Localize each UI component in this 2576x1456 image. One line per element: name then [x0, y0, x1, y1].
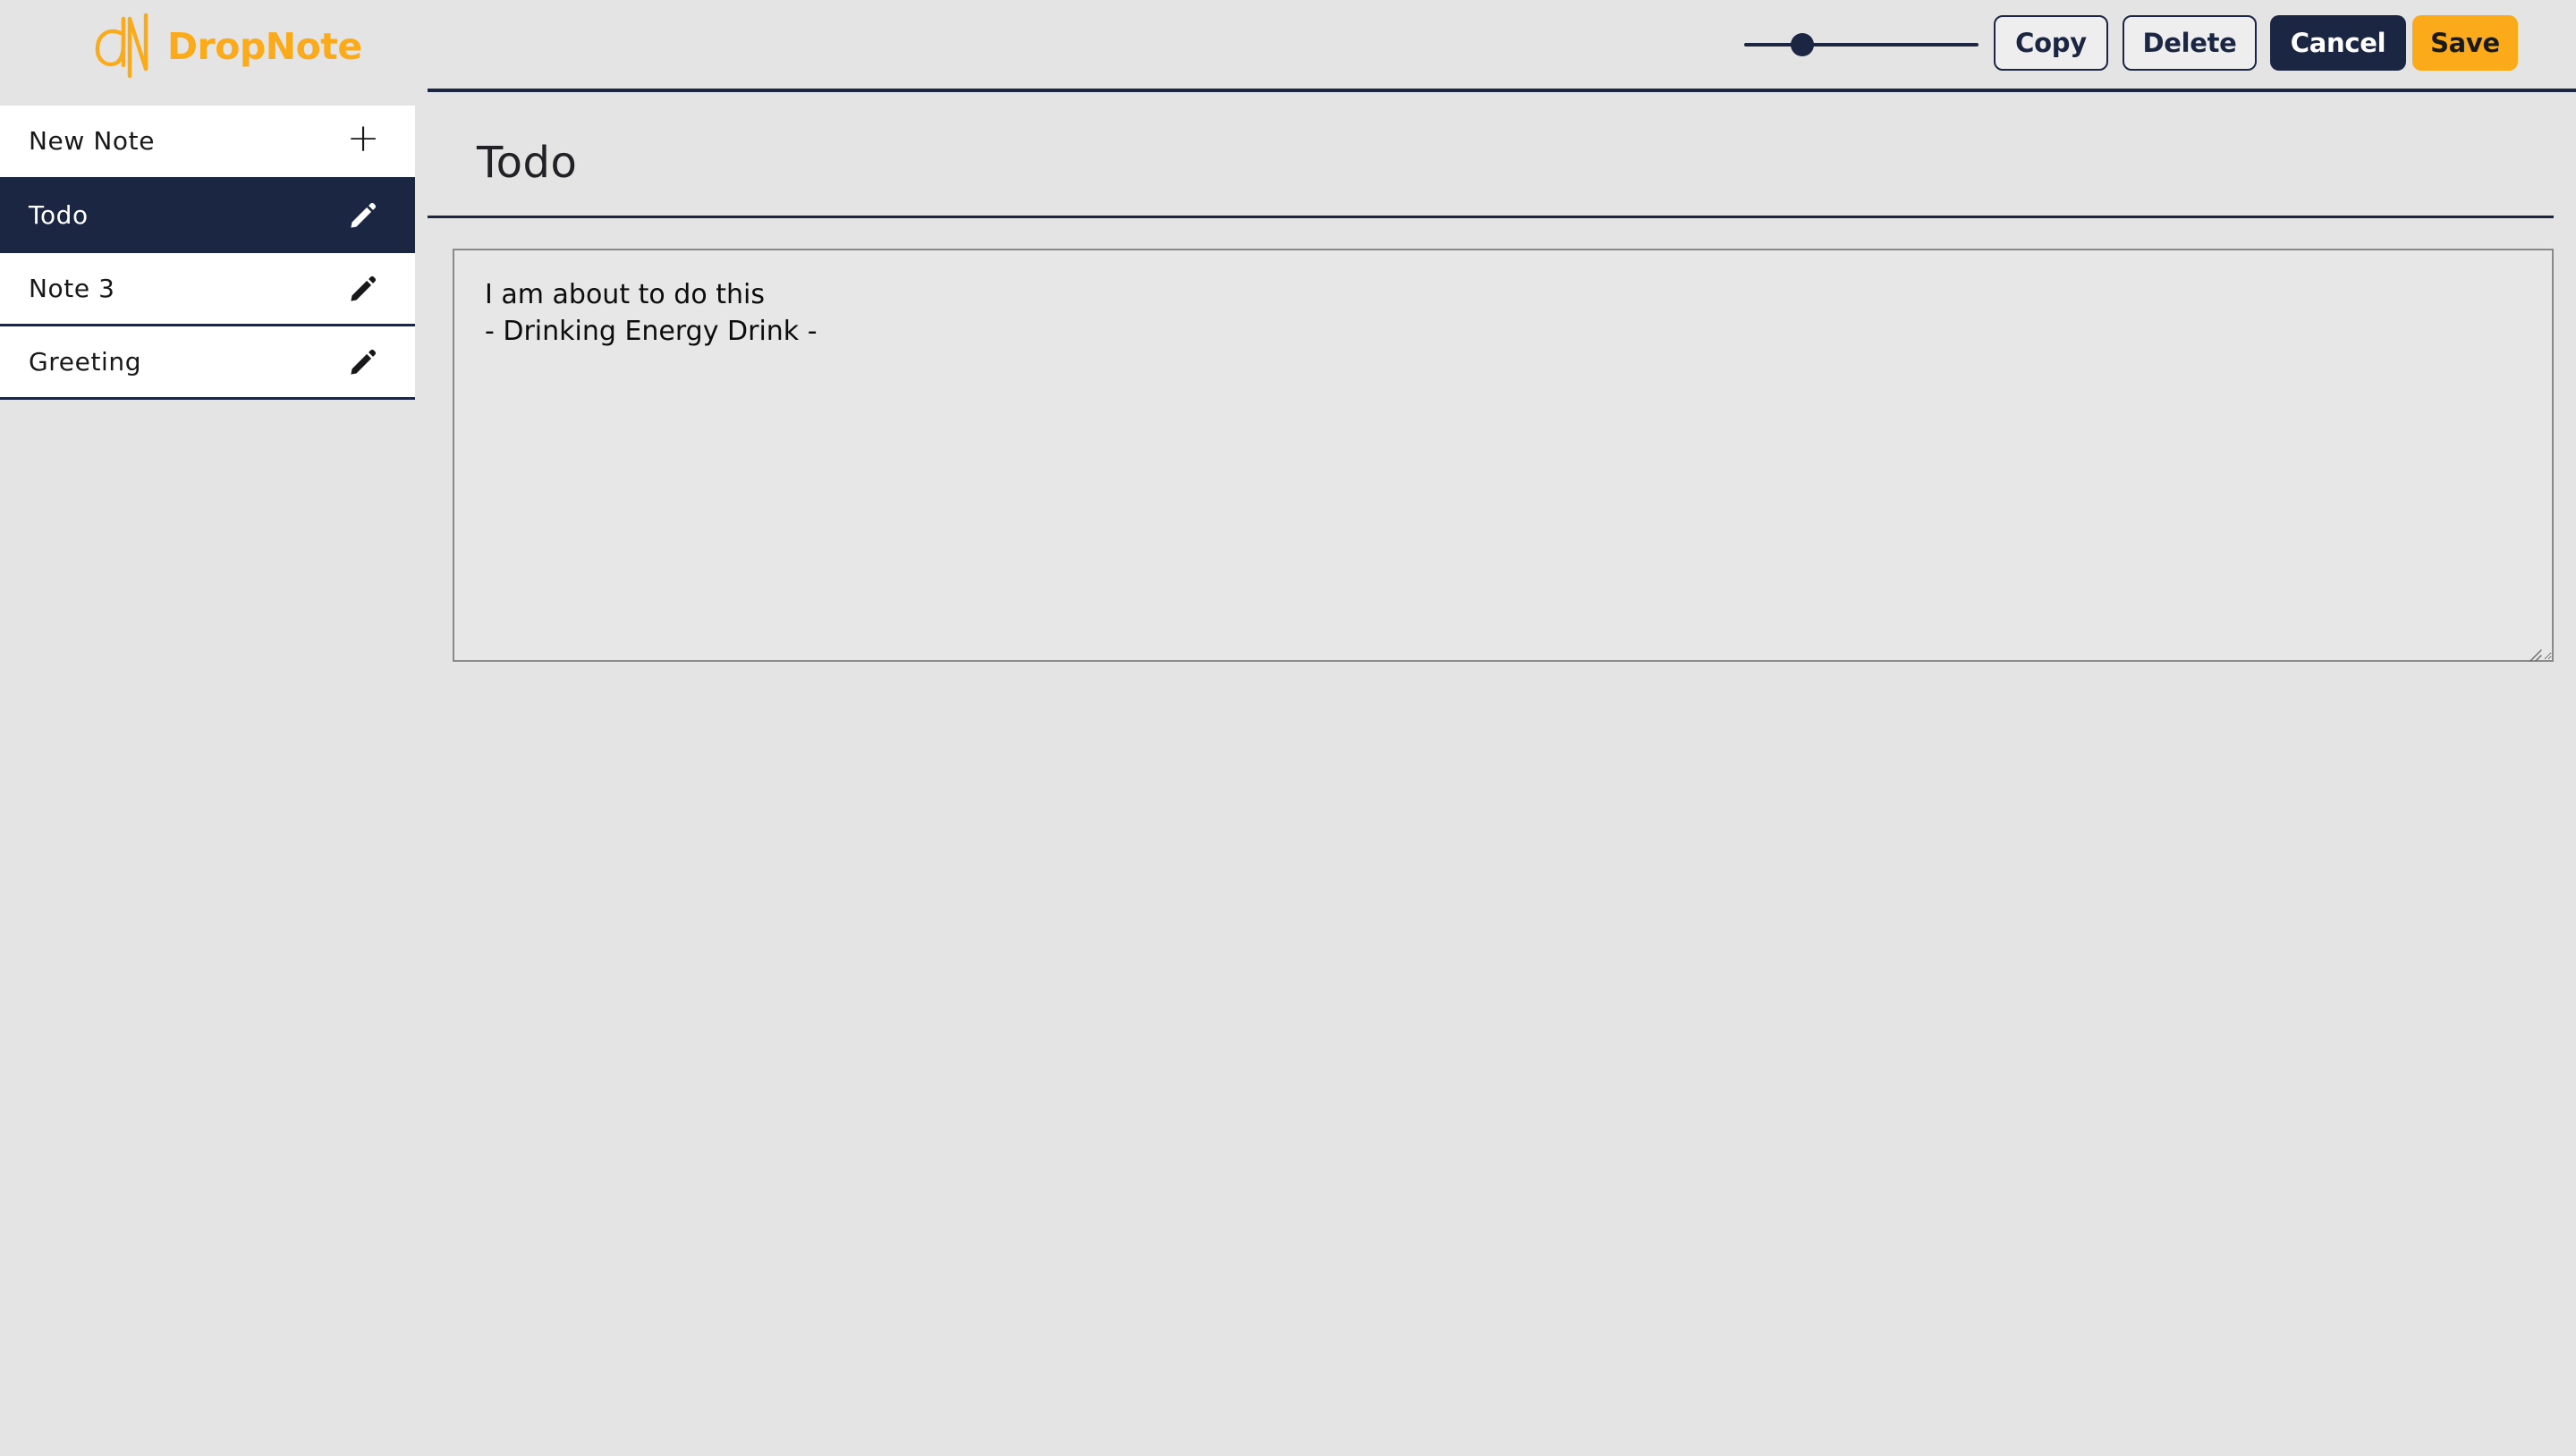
title-divider: [428, 216, 2554, 218]
note-content-textarea[interactable]: [453, 249, 2554, 662]
note-label: Greeting: [29, 346, 142, 377]
notes-sidebar: New Note + Todo Note 3 Greeting: [0, 106, 415, 400]
note-label: Note 3: [29, 273, 115, 303]
pencil-icon[interactable]: [345, 198, 381, 233]
delete-button[interactable]: Delete: [2123, 15, 2257, 71]
save-button[interactable]: Save: [2412, 15, 2518, 71]
note-label: Todo: [29, 199, 89, 230]
pencil-icon[interactable]: [345, 344, 381, 380]
zoom-slider-track[interactable]: [1744, 43, 1979, 47]
note-detail-pane: Todo: [428, 92, 2576, 1456]
brand: DropNote: [94, 7, 362, 82]
plus-icon[interactable]: +: [345, 119, 381, 159]
pencil-icon[interactable]: [345, 271, 381, 307]
zoom-slider-thumb[interactable]: [1790, 33, 1814, 56]
cancel-button[interactable]: Cancel: [2270, 15, 2406, 71]
zoom-slider[interactable]: [1744, 33, 1979, 56]
sidebar-item-todo[interactable]: Todo: [0, 177, 415, 253]
page-title: Todo: [477, 138, 578, 188]
sidebar-item-note-3[interactable]: Note 3: [0, 253, 415, 326]
sidebar-item-new-note[interactable]: New Note +: [0, 106, 415, 177]
new-note-label: New Note: [29, 126, 156, 156]
dn-monogram-logo-icon: [95, 13, 148, 79]
sidebar-item-greeting[interactable]: Greeting: [0, 326, 415, 400]
brand-name: DropNote: [167, 24, 362, 68]
app-header: DropNote Copy Delete Cancel Save: [0, 0, 2576, 92]
copy-button[interactable]: Copy: [1994, 15, 2108, 71]
